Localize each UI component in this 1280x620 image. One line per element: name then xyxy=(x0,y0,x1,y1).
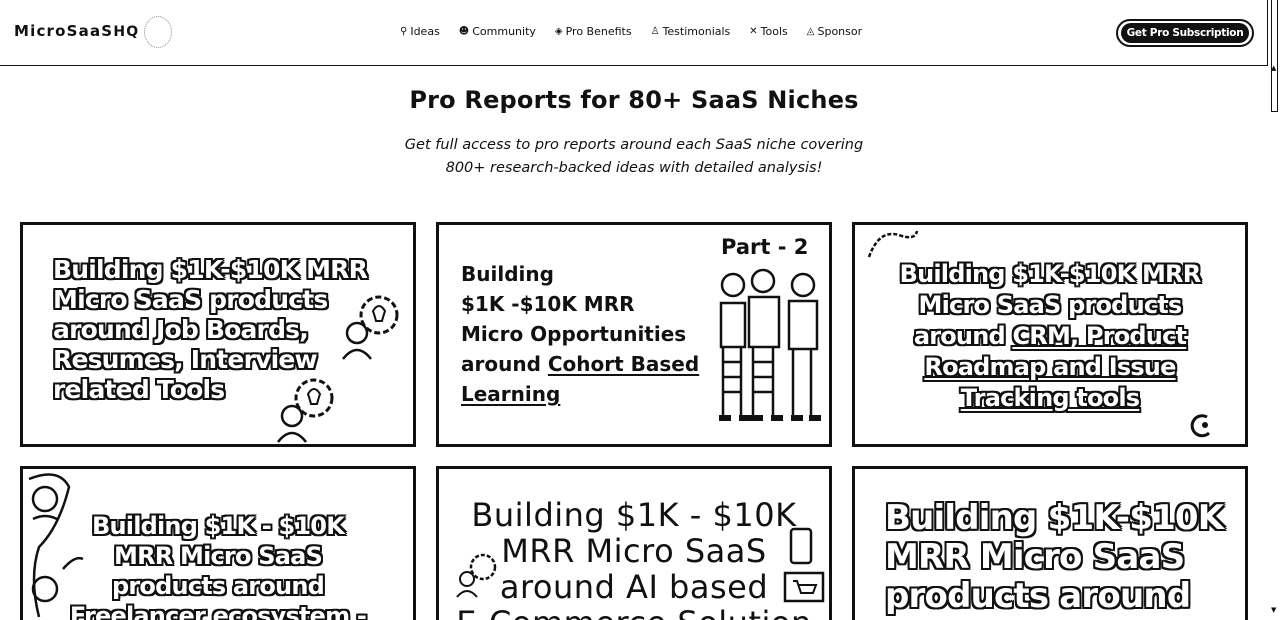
card-title-line: Building xyxy=(461,262,554,286)
card-title-line: MRR Micro SaaS xyxy=(885,537,1185,577)
card-title-topic: Roadmap and Issue xyxy=(924,353,1176,381)
card-title-line: Micro Opportunities xyxy=(461,322,687,346)
site-header: MicroSaaSHQ ⚲ Ideas ☻ Community ◈ Pro Be… xyxy=(0,0,1268,66)
get-pro-subscription-button[interactable]: Get Pro Subscription xyxy=(1116,19,1254,47)
card-title-topic: Tracking tools xyxy=(960,384,1140,412)
tools-icon: ✕ xyxy=(749,25,758,37)
report-card-freelancer[interactable]: Building $1K - $10K MRR Micro SaaS produ… xyxy=(20,466,416,620)
report-card-crm-roadmap[interactable]: Building $1K-$10K MRR Micro SaaS product… xyxy=(852,222,1248,447)
card-title: Building $1K - $10K MRR Micro SaaS produ… xyxy=(23,511,413,620)
quote-icon: ♙ xyxy=(650,25,660,37)
bulb-icon: ⚲ xyxy=(400,25,408,37)
card-title-line: Freelancer ecosystem - xyxy=(69,602,367,620)
nav-testimonials[interactable]: ♙ Testimonials xyxy=(651,25,731,38)
nav-testimonials-label: Testimonials xyxy=(662,25,731,38)
students-group-illustration-icon xyxy=(711,267,829,427)
card-title-prefix: around xyxy=(461,352,548,376)
card-title: Building $1K-$10K MRR Micro SaaS product… xyxy=(855,259,1245,414)
nav-pro-benefits-label: Pro Benefits xyxy=(565,25,632,38)
diamond-icon: ◈ xyxy=(554,25,563,37)
card-title-line: Building $1K-$10K MRR xyxy=(899,260,1202,288)
card-title-line: products around xyxy=(112,572,325,600)
card-title-line: Building $1K-$10K MRR xyxy=(53,255,368,284)
nav-ideas[interactable]: ⚲ Ideas xyxy=(400,25,440,38)
crm-logo-icon xyxy=(1185,411,1215,439)
scroll-down-arrow-icon[interactable]: ▼ xyxy=(1271,606,1276,614)
nav-community[interactable]: ☻ Community xyxy=(459,25,536,38)
card-title-line: Micro SaaS products xyxy=(918,291,1183,319)
idea-person-illustration-icon xyxy=(268,370,344,444)
handshake-icon: ◬ xyxy=(806,25,815,37)
card-title-topic: CRM, Product xyxy=(1012,322,1187,350)
nav-ideas-label: Ideas xyxy=(410,25,440,38)
logo-text: MicroSaaS xyxy=(14,22,114,40)
nav-sponsor[interactable]: ◬ Sponsor xyxy=(807,25,862,38)
nav-tools[interactable]: ✕ Tools xyxy=(749,25,788,38)
page-scrollbar[interactable]: ▲ ▼ xyxy=(1268,0,1280,620)
report-card-ai-ecommerce[interactable]: Building $1K - $10K MRR Micro SaaS aroun… xyxy=(436,466,832,620)
nav-pro-benefits[interactable]: ◈ Pro Benefits xyxy=(555,25,632,38)
part-label: Part - 2 xyxy=(721,235,809,259)
nav-community-label: Community xyxy=(472,25,536,38)
logo-suffix: HQ xyxy=(113,24,140,40)
nav-sponsor-label: Sponsor xyxy=(817,25,863,38)
card-title-line: MRR Micro SaaS xyxy=(114,542,323,570)
page-subtitle: Get full access to pro reports around ea… xyxy=(0,134,1268,180)
users-icon: ☻ xyxy=(458,25,470,37)
card-title-topic: Learning xyxy=(461,382,561,406)
card-title-line: products around xyxy=(885,576,1191,616)
card-title: Building $1K -$10K MRR Micro Opportuniti… xyxy=(461,259,711,409)
idea-person-illustration-icon xyxy=(453,549,501,599)
report-card-cohort-learning[interactable]: Part - 2 Building $1K -$10K MRR Micro Op… xyxy=(436,222,832,447)
shopping-cart-icon xyxy=(783,527,825,607)
logo-dots-decoration xyxy=(144,16,172,48)
card-title-topic: Cohort Based xyxy=(547,352,700,376)
card-title-line: $1K -$10K MRR xyxy=(461,292,635,316)
card-title-line: Building $1K - $10K xyxy=(91,512,345,540)
card-title-line: E-Commerce Solution xyxy=(439,605,829,620)
card-title-prefix: around xyxy=(913,322,1013,350)
subtitle-line-2: 800+ research-backed ideas with detailed… xyxy=(445,160,823,176)
report-card-job-boards[interactable]: Building $1K-$10K MRR Micro SaaS product… xyxy=(20,222,416,447)
scrollbar-thumb[interactable] xyxy=(1271,0,1278,112)
cta-label: Get Pro Subscription xyxy=(1120,23,1250,43)
page-title: Pro Reports for 80+ SaaS Niches xyxy=(409,86,859,114)
report-card-6[interactable]: Building $1K-$10K MRR Micro SaaS product… xyxy=(852,466,1248,620)
scroll-up-arrow-icon[interactable]: ▲ xyxy=(1271,64,1276,72)
card-title-line: Building $1K-$10K xyxy=(885,498,1224,538)
card-title-line: Building $1K - $10K xyxy=(471,496,797,534)
logo[interactable]: MicroSaaSHQ xyxy=(14,16,172,48)
nav-tools-label: Tools xyxy=(760,25,788,38)
card-title: Building $1K-$10K MRR Micro SaaS product… xyxy=(885,499,1225,616)
main-nav: ⚲ Ideas ☻ Community ◈ Pro Benefits ♙ Tes… xyxy=(400,25,862,38)
subtitle-line-1: Get full access to pro reports around ea… xyxy=(404,137,864,153)
idea-person-illustration-icon xyxy=(333,287,409,361)
